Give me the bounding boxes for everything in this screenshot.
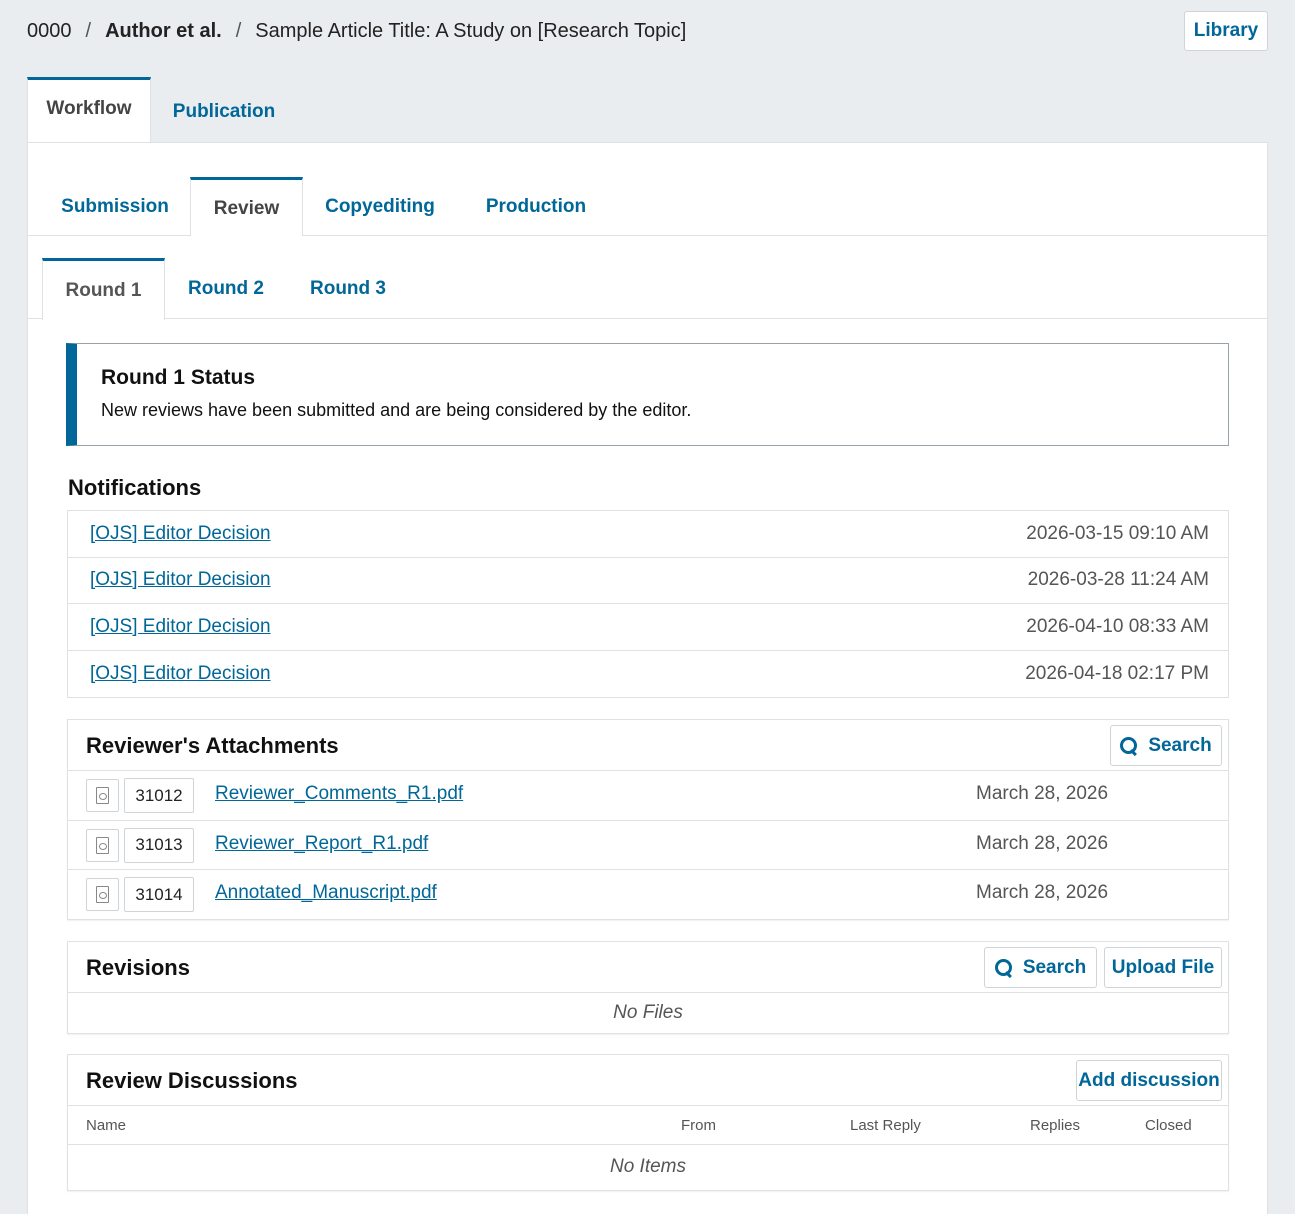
round-tabs: Round 1 Round 2 Round 3 [28, 236, 1267, 320]
round-status-box: Round 1 Status New reviews have been sub… [66, 343, 1229, 446]
notification-date: 2026-03-28 11:24 AM [1027, 569, 1209, 591]
tab-publication[interactable]: Publication [151, 77, 297, 143]
tab-review[interactable]: Review [190, 177, 303, 237]
empty-message: No Files [613, 1002, 683, 1023]
document-icon [96, 787, 109, 804]
file-type-icon[interactable] [86, 828, 119, 862]
file-link[interactable]: Reviewer_Report_R1.pdf [215, 833, 428, 855]
tab-round-1[interactable]: Round 1 [42, 258, 165, 320]
empty-message: No Items [609, 1156, 687, 1177]
grid-title: Revisions [86, 955, 190, 980]
search-button-label: Search [1022, 956, 1087, 978]
workflow-panel: Submission Review Copyediting Production… [27, 142, 1268, 1214]
review-discussions-grid: Review Discussions Add discussion Name F… [67, 1054, 1229, 1191]
search-icon [994, 958, 1013, 977]
search-icon [1120, 736, 1138, 755]
tab-submission[interactable]: Submission [46, 177, 184, 236]
stage-tabs: Submission Review Copyediting Production [28, 143, 1267, 237]
attachments-search-button[interactable]: Search [1110, 725, 1222, 766]
tab-production[interactable]: Production [473, 177, 599, 236]
breadcrumb-title: Sample Article Title: A Study on [Resear… [255, 20, 687, 42]
breadcrumb: 0000 / Author et al. / Sample Article Title:… [27, 20, 686, 43]
file-row: 31013 Reviewer_Report_R1.pdf March 28, 2… [68, 821, 1228, 870]
reviewer-attachments-grid: Reviewer's Attachments Search 31012 Revi… [67, 719, 1229, 920]
notification-item: [OJS] Editor Decision 2026-04-10 08:33 A… [68, 604, 1228, 651]
notification-item: [OJS] Editor Decision 2026-03-15 09:10 A… [68, 511, 1228, 558]
document-icon [96, 886, 109, 903]
file-id: 31014 [124, 877, 194, 912]
column-replies[interactable]: Replies [1030, 1117, 1080, 1134]
breadcrumb-id: 0000 [27, 20, 72, 42]
search-button-label: Search [1148, 734, 1212, 756]
grid-header: Reviewer's Attachments Search [68, 720, 1228, 771]
notification-date: 2026-04-18 02:17 PM [1025, 662, 1209, 684]
notification-link[interactable]: [OJS] Editor Decision [90, 663, 271, 685]
status-text: New reviews have been submitted and are … [101, 400, 692, 420]
column-last-reply[interactable]: Last Reply [850, 1117, 921, 1134]
column-closed[interactable]: Closed [1145, 1117, 1192, 1134]
grid-title: Reviewer's Attachments [86, 733, 339, 758]
notification-item: [OJS] Editor Decision 2026-03-28 11:24 A… [68, 558, 1228, 604]
tab-copyediting[interactable]: Copyediting [311, 177, 449, 236]
notification-date: 2026-04-10 08:33 AM [1026, 615, 1209, 637]
notification-date: 2026-03-15 09:10 AM [1026, 522, 1209, 544]
column-from[interactable]: From [681, 1117, 716, 1134]
file-date: March 28, 2026 [976, 882, 1109, 903]
file-type-icon[interactable] [86, 878, 119, 911]
upload-file-button[interactable]: Upload File [1104, 947, 1222, 988]
notifications-list: [OJS] Editor Decision 2026-03-15 09:10 A… [67, 510, 1229, 698]
file-link[interactable]: Reviewer_Comments_R1.pdf [215, 783, 463, 805]
notification-link[interactable]: [OJS] Editor Decision [90, 523, 271, 545]
revisions-search-button[interactable]: Search [984, 947, 1097, 988]
status-title: Round 1 Status [101, 366, 256, 389]
grid-title: Review Discussions [86, 1068, 298, 1093]
breadcrumb-author: Author et al. [105, 20, 222, 42]
tab-workflow[interactable]: Workflow [27, 77, 151, 143]
library-button[interactable]: Library [1184, 11, 1268, 51]
table-header: Name From Last Reply Replies Closed [68, 1106, 1228, 1145]
document-icon [96, 836, 109, 854]
grid-header: Review Discussions Add discussion [68, 1055, 1228, 1106]
tab-round-3[interactable]: Round 3 [296, 258, 400, 319]
notifications-title: Notifications [68, 475, 202, 500]
file-date: March 28, 2026 [976, 832, 1109, 854]
tab-round-2[interactable]: Round 2 [174, 258, 278, 319]
column-name[interactable]: Name [86, 1117, 126, 1134]
grid-header: Revisions Search Upload File [68, 942, 1228, 993]
file-id: 31013 [124, 827, 194, 863]
breadcrumb-separator: / [85, 20, 92, 42]
file-link[interactable]: Annotated_Manuscript.pdf [215, 882, 437, 904]
breadcrumb-separator: / [235, 20, 242, 42]
header: 0000 / Author et al. / Sample Article Title:… [27, 11, 1268, 54]
file-row: 31012 Reviewer_Comments_R1.pdf March 28,… [68, 771, 1228, 821]
file-date: March 28, 2026 [976, 783, 1109, 804]
notification-item: [OJS] Editor Decision 2026-04-18 02:17 P… [68, 651, 1228, 698]
notification-link[interactable]: [OJS] Editor Decision [90, 569, 271, 591]
file-id: 31012 [124, 778, 194, 813]
file-row: 31014 Annotated_Manuscript.pdf March 28,… [68, 870, 1228, 920]
revisions-grid: Revisions Search Upload File No Files [67, 941, 1229, 1034]
notification-link[interactable]: [OJS] Editor Decision [90, 616, 271, 638]
add-discussion-button[interactable]: Add discussion [1076, 1060, 1222, 1101]
file-type-icon[interactable] [86, 779, 119, 812]
